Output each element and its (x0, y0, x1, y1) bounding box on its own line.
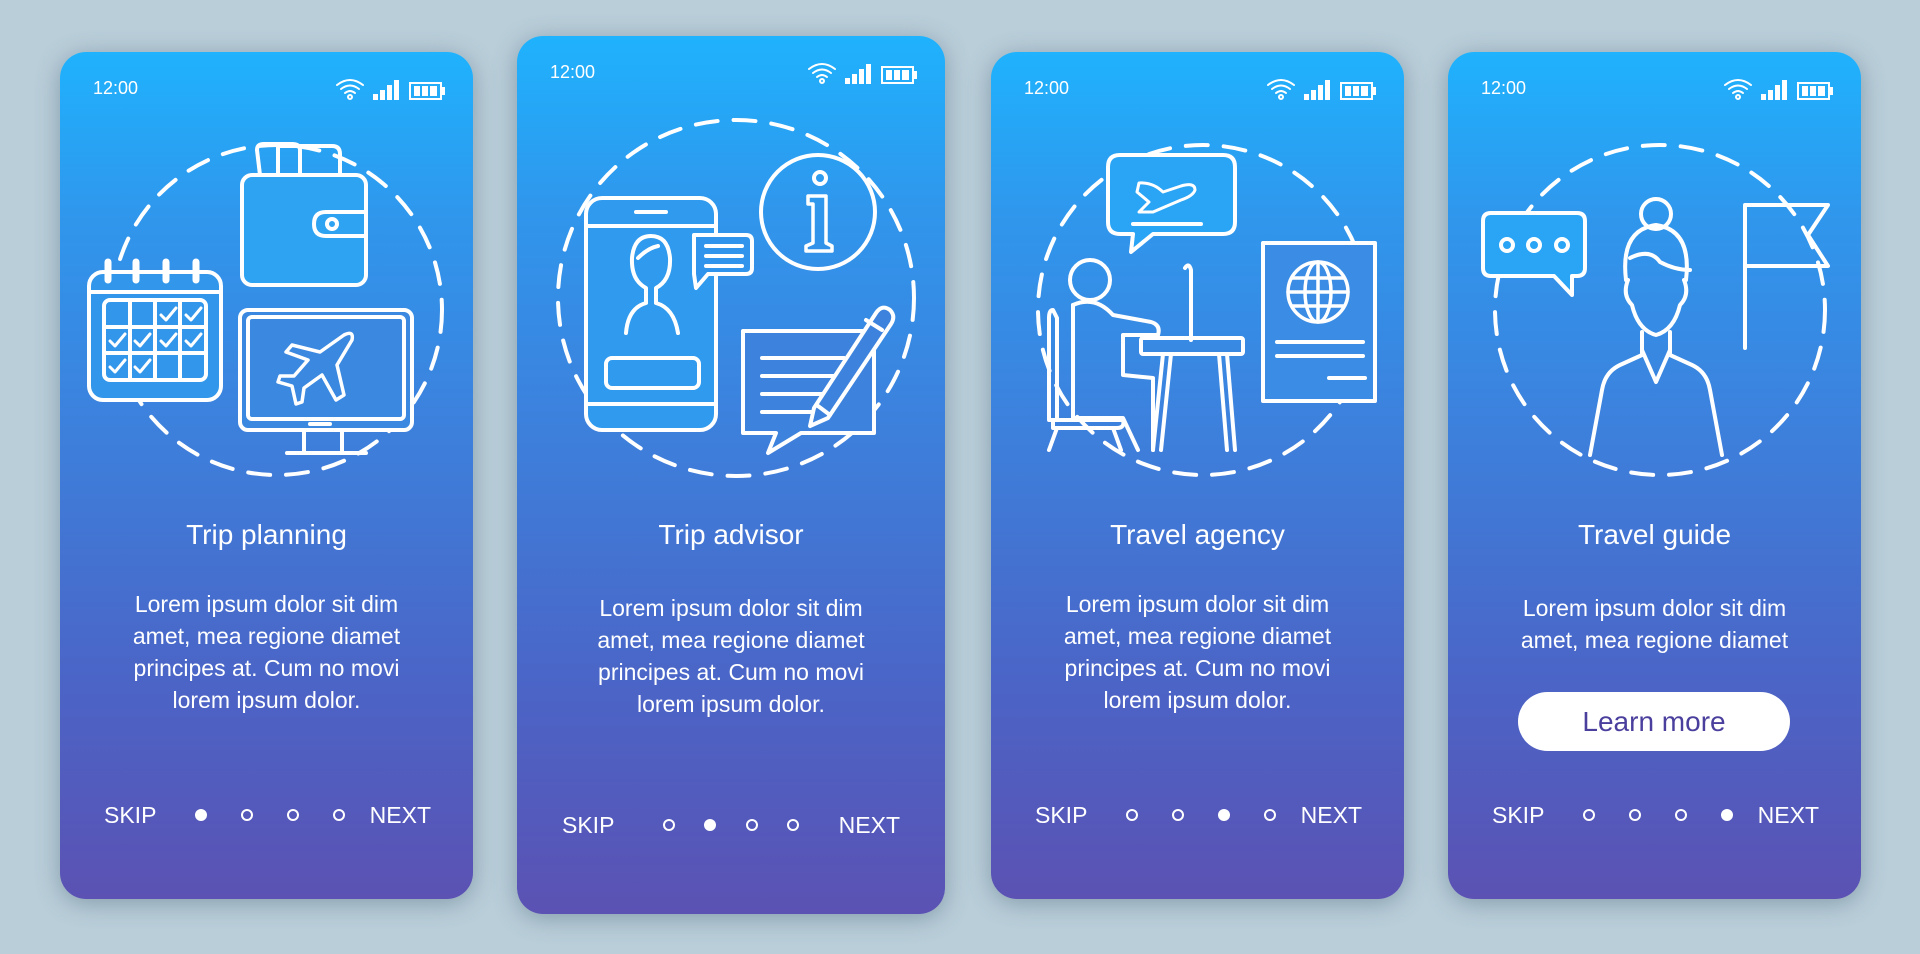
description-line: amet, mea regione diamet (132, 623, 401, 649)
next-button[interactable]: NEXT (1301, 800, 1362, 830)
battery-icon (409, 82, 445, 100)
page-dot-1[interactable] (194, 809, 207, 821)
description-line: Lorem ipsum dolor sit dim (1522, 595, 1787, 621)
battery-icon (881, 66, 917, 84)
onboarding-screen-trip-advisor: 12:00 Trip advisor Lorem ipsum dolor sit… (517, 36, 945, 914)
wifi-icon (1724, 79, 1752, 100)
page-dot-2[interactable] (1628, 809, 1641, 821)
description-line: principes at. Cum no movi (598, 659, 864, 685)
skip-button[interactable]: SKIP (104, 800, 156, 830)
onboarding-nav: SKIP NEXT (1448, 800, 1861, 830)
info-icon (759, 153, 877, 271)
page-dot-2[interactable] (704, 819, 717, 831)
skip-button[interactable]: SKIP (562, 810, 614, 840)
onboarding-screen-travel-guide: 12:00 Travel guide Lorem ipsum dolor sit… (1448, 52, 1861, 899)
page-dot-1[interactable] (663, 819, 675, 831)
trip-planning-illustration (82, 120, 452, 490)
skip-button[interactable]: SKIP (1035, 800, 1087, 830)
page-dot-2[interactable] (240, 809, 253, 821)
speech-bubble-airplane-icon (1105, 153, 1237, 254)
signal-icon (373, 80, 399, 100)
page-dot-3[interactable] (1217, 809, 1230, 821)
page-dot-2[interactable] (1171, 809, 1184, 821)
travel-agency-illustration (1013, 120, 1383, 490)
wifi-icon (1267, 79, 1295, 100)
signal-icon (1761, 80, 1787, 100)
page-dot-1[interactable] (1125, 809, 1138, 821)
battery-icon (1340, 82, 1376, 100)
status-time: 12:00 (1481, 78, 1527, 98)
page-indicator (194, 809, 345, 821)
wallet-icon (239, 142, 368, 287)
chat-bubble-icon (692, 233, 754, 290)
screen-title: Travel guide (1577, 519, 1732, 550)
next-button[interactable]: NEXT (1758, 800, 1819, 830)
description-line: lorem ipsum dolor. (637, 691, 825, 717)
onboarding-nav: SKIP NEXT (60, 800, 473, 830)
screen-description: Lorem ipsum dolor sit dim amet, mea regi… (1468, 592, 1841, 656)
trip-advisor-illustration (546, 108, 916, 478)
status-bar: 12:00 (60, 76, 473, 100)
page-indicator (1582, 809, 1733, 821)
description-line: lorem ipsum dolor. (1103, 687, 1292, 713)
page-dot-4[interactable] (1720, 809, 1733, 821)
learn-more-button[interactable]: Learn more (1518, 692, 1790, 751)
onboarding-screen-trip-planning: 12:00 Trip planning Lorem ipsum dolor si… (60, 52, 473, 899)
smartphone-icon (584, 196, 718, 432)
description-line: Lorem ipsum dolor sit dim (599, 595, 863, 621)
signal-icon (845, 64, 871, 84)
page-dot-4[interactable] (786, 819, 799, 831)
description-line: principes at. Cum no movi (1064, 655, 1331, 681)
page-dot-3[interactable] (745, 819, 758, 831)
signal-icon (1304, 80, 1330, 100)
page-indicator (1125, 809, 1276, 821)
page-dot-4[interactable] (1263, 809, 1276, 821)
skip-button[interactable]: SKIP (1492, 800, 1544, 830)
page-dot-3[interactable] (1674, 809, 1687, 821)
screen-title: Trip planning (186, 519, 347, 550)
description-line: Lorem ipsum dolor sit dim (134, 591, 399, 617)
status-bar: 12:00 (991, 76, 1404, 100)
status-time: 12:00 (93, 78, 139, 98)
description-line: amet, mea regione diamet (1063, 623, 1332, 649)
onboarding-screen-travel-agency: 12:00 Travel agency Lorem ipsum dolor si… (991, 52, 1404, 899)
description-line: principes at. Cum no movi (133, 655, 400, 681)
status-bar: 12:00 (1448, 76, 1861, 100)
status-time: 12:00 (1024, 78, 1070, 98)
screen-title: Travel agency (1110, 519, 1285, 550)
page-dot-3[interactable] (286, 809, 299, 821)
battery-icon (1797, 82, 1833, 100)
page-dot-1[interactable] (1582, 809, 1595, 821)
woman-guide-icon (1587, 197, 1724, 457)
next-button[interactable]: NEXT (839, 810, 900, 840)
description-line: lorem ipsum dolor. (172, 687, 361, 713)
screen-title: Trip advisor (658, 519, 804, 550)
status-time: 12:00 (550, 62, 596, 82)
flag-icon (1742, 203, 1830, 350)
description-line: amet, mea regione diamet (1520, 627, 1789, 653)
page-dot-4[interactable] (332, 809, 345, 821)
status-bar: 12:00 (517, 60, 945, 84)
calendar-icon (86, 258, 223, 402)
screen-description: Lorem ipsum dolor sit dim amet, mea regi… (80, 588, 453, 716)
description-line: Lorem ipsum dolor sit dim (1065, 591, 1330, 617)
travel-guide-illustration (1470, 120, 1840, 490)
page-indicator (663, 819, 799, 831)
screen-description: Lorem ipsum dolor sit dim amet, mea regi… (537, 592, 925, 720)
desk-icon (1138, 336, 1245, 452)
globe-icon (1285, 260, 1350, 324)
wifi-icon (336, 79, 364, 100)
screen-description: Lorem ipsum dolor sit dim amet, mea regi… (1011, 588, 1384, 716)
next-button[interactable]: NEXT (370, 800, 431, 830)
onboarding-nav: SKIP NEXT (991, 800, 1404, 830)
laptop-icon (1182, 263, 1193, 342)
description-line: amet, mea regione diamet (597, 627, 865, 653)
onboarding-nav: SKIP NEXT (517, 810, 945, 840)
wifi-icon (808, 63, 836, 84)
dashed-circle (1492, 143, 1827, 477)
